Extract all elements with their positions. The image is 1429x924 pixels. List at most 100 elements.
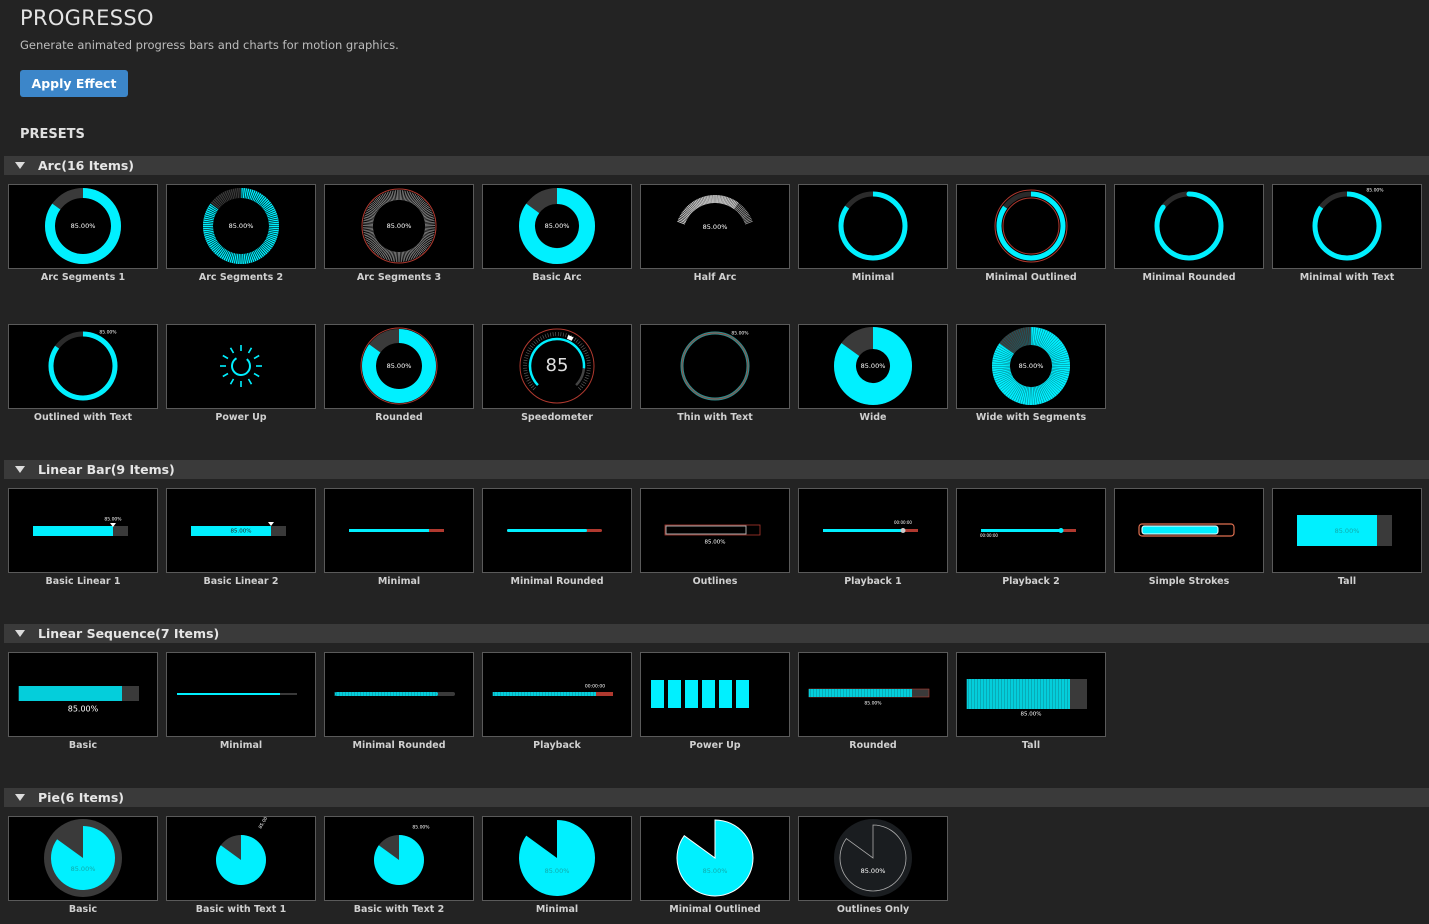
svg-text:85.00%: 85.00%	[71, 865, 96, 873]
svg-text:85.00%: 85.00%	[99, 330, 117, 336]
preset-thumbnail[interactable]	[166, 652, 316, 737]
preset-tile[interactable]: Minimal Rounded	[1114, 184, 1264, 283]
preset-thumbnail[interactable]: 85.00%	[324, 184, 474, 269]
svg-text:85.00%: 85.00%	[387, 222, 412, 230]
preset-thumbnail[interactable]: 85.00%	[482, 184, 632, 269]
preset-tile[interactable]: 85.00% Outlines Only	[798, 816, 948, 915]
preset-thumbnail[interactable]: 85.00%	[166, 816, 316, 901]
category-count: (6 Items)	[59, 790, 124, 805]
preset-thumbnail[interactable]: 85.00%	[8, 324, 158, 409]
preset-thumbnail[interactable]: 85.00%	[798, 816, 948, 901]
preset-thumbnail[interactable]: 85.00%	[798, 324, 948, 409]
category-header-arc[interactable]: Arc (16 Items)	[4, 156, 1429, 175]
preset-tile[interactable]: 85.00% Basic Arc	[482, 184, 632, 283]
preset-tile[interactable]: 85.00% Basic	[8, 652, 158, 751]
preset-thumbnail[interactable]: 85.00%	[8, 184, 158, 269]
preset-tile[interactable]: 85.00% Basic with Text 1	[166, 816, 316, 915]
svg-text:85.00%: 85.00%	[861, 362, 886, 370]
arc-power-up-icon	[220, 345, 262, 387]
preset-tile[interactable]: Minimal	[324, 488, 474, 587]
preset-thumbnail[interactable]: 85.00%	[8, 488, 158, 573]
preset-label: Basic with Text 2	[353, 904, 445, 915]
preset-thumbnail[interactable]	[324, 488, 474, 573]
preset-thumbnail[interactable]: 85.00%	[8, 816, 158, 901]
preset-tile[interactable]: 85.00% Arc Segments 3	[324, 184, 474, 283]
preset-tile[interactable]: 85.00% Minimal with Text	[1272, 184, 1422, 283]
preset-tile[interactable]: 85.00% Tall	[1272, 488, 1422, 587]
preset-thumbnail[interactable]: 85.00%	[640, 184, 790, 269]
preset-thumbnail[interactable]	[1114, 184, 1264, 269]
preset-thumbnail[interactable]	[166, 324, 316, 409]
preset-thumbnail[interactable]	[798, 184, 948, 269]
preset-thumbnail[interactable]: 00:00:00	[482, 652, 632, 737]
preset-thumbnail[interactable]	[956, 184, 1106, 269]
preset-tile[interactable]: 85.00% Basic Linear 2	[166, 488, 316, 587]
preset-thumbnail[interactable]: 85.00%	[324, 816, 474, 901]
preset-tile[interactable]: 00:00:00 Playback	[482, 652, 632, 751]
collapse-triangle-icon	[15, 794, 25, 801]
preset-tile[interactable]: 85.00% Rounded	[798, 652, 948, 751]
preset-thumbnail[interactable]: 85.00%	[956, 324, 1106, 409]
preset-tile[interactable]: 85.00% Basic with Text 2	[324, 816, 474, 915]
preset-tile[interactable]: Minimal Rounded	[482, 488, 632, 587]
preset-tile[interactable]: 85.00% Minimal	[482, 816, 632, 915]
preset-tile[interactable]: 85.00% Wide with Segments	[956, 324, 1106, 423]
preset-tile[interactable]: Minimal Rounded	[324, 652, 474, 751]
seq-minimal-icon	[177, 693, 297, 695]
preset-thumbnail[interactable]	[640, 652, 790, 737]
category-header-linear-sequence[interactable]: Linear Sequence (7 Items)	[4, 624, 1429, 643]
preset-tile[interactable]: 85.00% Wide	[798, 324, 948, 423]
linear-playback-1-icon: 00:00:00	[823, 520, 918, 533]
arc-segments-3-icon: 85.00%	[361, 188, 437, 264]
preset-label: Minimal with Text	[1299, 272, 1395, 283]
preset-thumbnail[interactable]: 85.00%	[166, 488, 316, 573]
preset-tile[interactable]: Minimal Outlined	[956, 184, 1106, 283]
preset-thumbnail[interactable]: 85.00%	[1272, 488, 1422, 573]
preset-tile[interactable]: 85.00% Basic	[8, 816, 158, 915]
apply-effect-button[interactable]: Apply Effect	[20, 70, 128, 97]
preset-tile[interactable]: 85.00% Outlined with Text	[8, 324, 158, 423]
svg-text:85.00%: 85.00%	[1335, 527, 1360, 535]
preset-tile[interactable]: Minimal	[798, 184, 948, 283]
preset-thumbnail[interactable]: 00:00:00	[956, 488, 1106, 573]
linear-tall-icon: 85.00%	[1297, 515, 1392, 546]
preset-tile[interactable]: 85.00% Half Arc	[640, 184, 790, 283]
preset-thumbnail[interactable]	[482, 488, 632, 573]
preset-thumbnail[interactable]: 85.00%	[1272, 184, 1422, 269]
preset-thumbnail[interactable]: 85.00%	[166, 184, 316, 269]
preset-tile[interactable]: 85.00% Basic Linear 1	[8, 488, 158, 587]
preset-tile[interactable]: 85.00% Minimal Outlined	[640, 816, 790, 915]
linear-simple-strokes-icon	[1138, 523, 1235, 537]
svg-text:85.00%: 85.00%	[68, 705, 99, 714]
preset-label: Rounded	[375, 412, 423, 423]
preset-tile[interactable]: 85.00% Thin with Text	[640, 324, 790, 423]
preset-thumbnail[interactable]: 85.00%	[8, 652, 158, 737]
preset-thumbnail[interactable]: 85	[482, 324, 632, 409]
preset-thumbnail[interactable]: 85.00%	[798, 652, 948, 737]
preset-tile[interactable]: 85.00% Tall	[956, 652, 1106, 751]
preset-tile[interactable]: 00:00:00 Playback 2	[956, 488, 1106, 587]
preset-tile[interactable]: 85.00% Rounded	[324, 324, 474, 423]
preset-tile[interactable]: Simple Strokes	[1114, 488, 1264, 587]
preset-tile[interactable]: Power Up	[640, 652, 790, 751]
preset-tile[interactable]: 00:00:00 Playback 1	[798, 488, 948, 587]
category-header-linear-bar[interactable]: Linear Bar (9 Items)	[4, 460, 1429, 479]
preset-tile[interactable]: 85.00% Arc Segments 2	[166, 184, 316, 283]
preset-thumbnail[interactable]: 85.00%	[640, 488, 790, 573]
preset-thumbnail[interactable]	[1114, 488, 1264, 573]
pie-basic-icon: 85.00%	[44, 819, 122, 897]
preset-thumbnail[interactable]: 85.00%	[640, 324, 790, 409]
svg-text:85.00%: 85.00%	[412, 825, 430, 831]
preset-thumbnail[interactable]	[324, 652, 474, 737]
preset-thumbnail[interactable]: 85.00%	[482, 816, 632, 901]
preset-tile[interactable]: 85 Speedometer	[482, 324, 632, 423]
preset-thumbnail[interactable]: 85.00%	[956, 652, 1106, 737]
preset-thumbnail[interactable]: 85.00%	[640, 816, 790, 901]
preset-thumbnail[interactable]: 85.00%	[324, 324, 474, 409]
preset-thumbnail[interactable]: 00:00:00	[798, 488, 948, 573]
preset-tile[interactable]: 85.00% Arc Segments 1	[8, 184, 158, 283]
preset-tile[interactable]: Minimal	[166, 652, 316, 751]
category-header-pie[interactable]: Pie (6 Items)	[4, 788, 1429, 807]
preset-tile[interactable]: 85.00% Outlines	[640, 488, 790, 587]
preset-tile[interactable]: Power Up	[166, 324, 316, 423]
